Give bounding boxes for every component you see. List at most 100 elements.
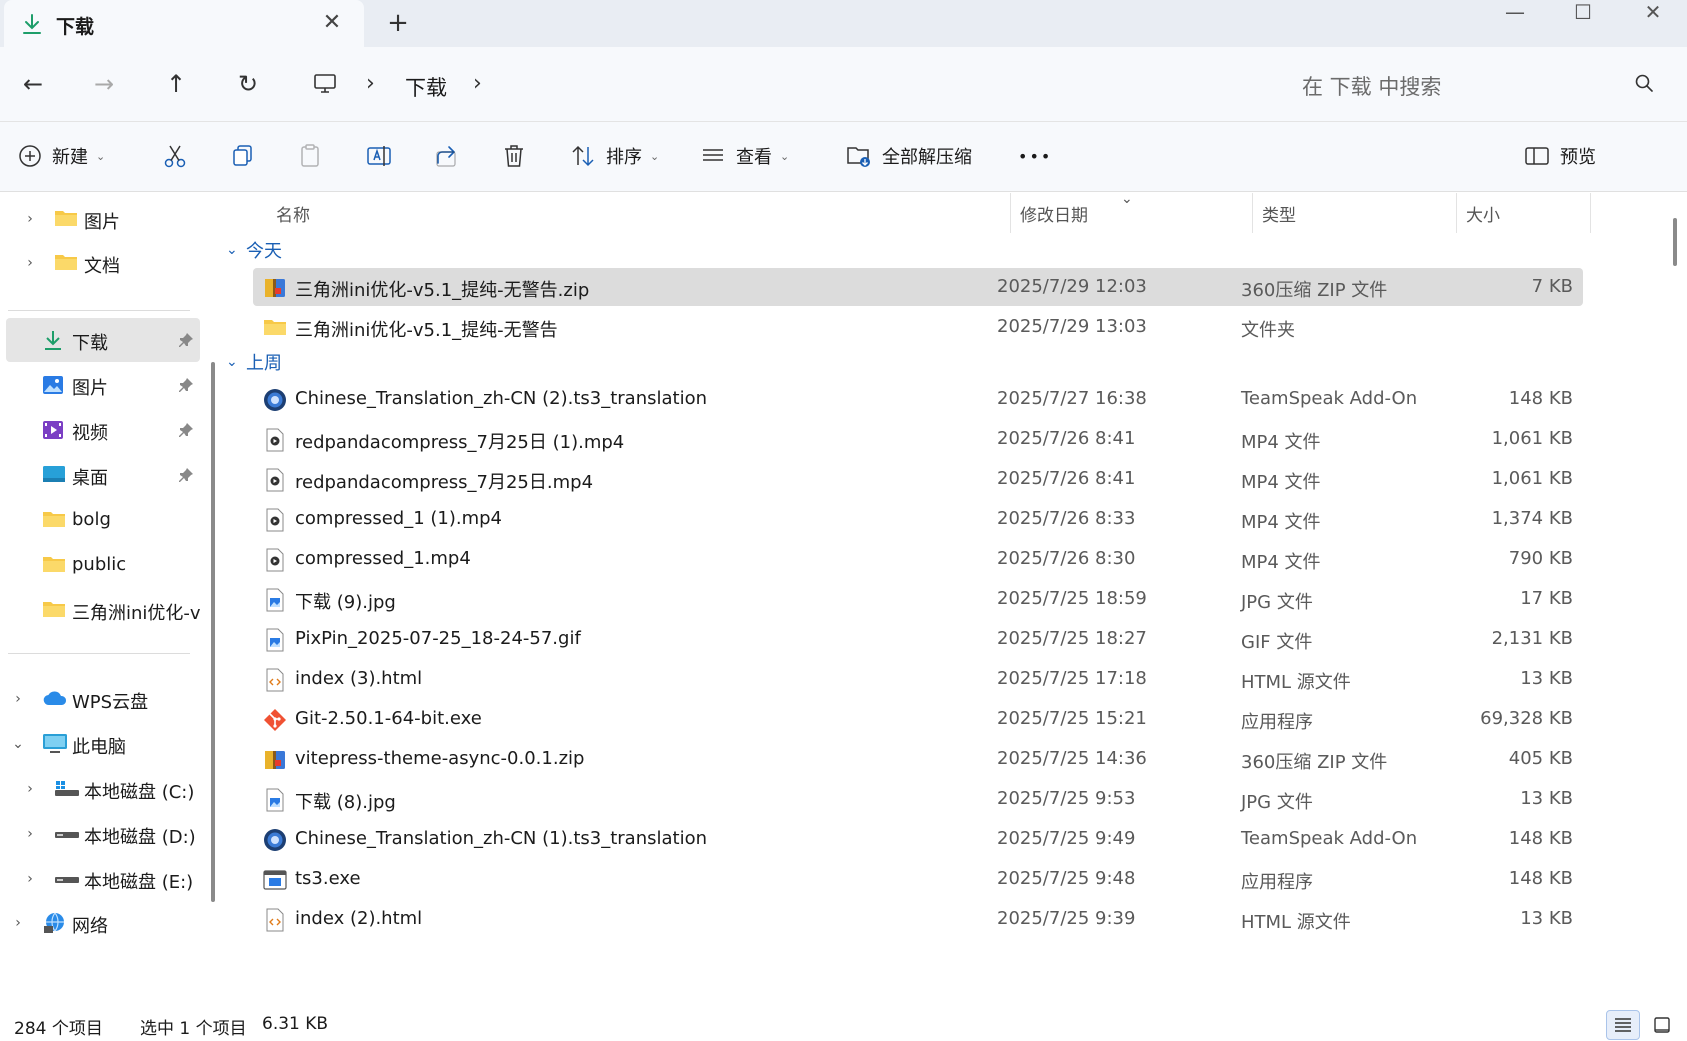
column-header-type[interactable]: 类型	[1262, 193, 1296, 233]
chevron-right-icon[interactable]: ›	[22, 781, 38, 797]
breadcrumb-separator[interactable]: ›	[473, 71, 482, 96]
file-list-scrollbar[interactable]	[1673, 218, 1677, 266]
group-header[interactable]: ⌄ 今天	[226, 235, 282, 265]
share-button[interactable]	[434, 136, 460, 176]
file-row[interactable]: index (2).html 2025/7/25 9:39 HTML 源文件 13 K…	[253, 900, 1583, 938]
rename-button[interactable]	[366, 136, 392, 176]
nav-item-label: 本地磁盘 (D:)	[84, 827, 196, 848]
file-row[interactable]: PixPin_2025-07-25_18-24-57.gif 2025/7/25 …	[253, 620, 1583, 658]
column-divider[interactable]	[1456, 193, 1457, 233]
file-name: compressed_1.mp4	[295, 548, 471, 569]
chevron-right-icon[interactable]: ›	[10, 691, 26, 707]
nav-item-downloads[interactable]: 下载	[6, 318, 200, 362]
nav-item-this-pc[interactable]: ⌄ 此电脑	[0, 722, 200, 766]
cut-button[interactable]	[162, 136, 188, 176]
column-type-label: 类型	[1262, 205, 1296, 226]
nav-item-delta-folder[interactable]: 三角洲ini优化-v	[6, 588, 201, 632]
maximize-button[interactable]: ☐	[1554, 0, 1612, 30]
column-header-name[interactable]: 名称	[276, 193, 310, 233]
file-row[interactable]: redpandacompress_7月25日 (1).mp4 2025/7/26 …	[253, 420, 1583, 458]
nav-item-pictures[interactable]: 图片	[6, 363, 200, 407]
minimize-button[interactable]: —	[1486, 0, 1544, 30]
this-pc-crumb-icon[interactable]	[312, 71, 340, 99]
git-icon	[263, 708, 287, 732]
file-row[interactable]: 下载 (9).jpg 2025/7/25 18:59 JPG 文件 17 KB	[253, 580, 1583, 618]
nav-item-desktop[interactable]: 桌面	[6, 453, 200, 497]
search-box[interactable]: 在 下载 中搜索	[1240, 59, 1680, 109]
folder-icon	[263, 316, 287, 340]
nav-item-drive-d[interactable]: › 本地磁盘 (D:)	[0, 812, 200, 856]
nav-item-pictures-folder[interactable]: › 图片	[0, 197, 200, 241]
file-date: 2025/7/25 18:59	[997, 588, 1147, 609]
search-icon[interactable]	[1634, 73, 1656, 95]
up-button[interactable]: ↑	[158, 67, 194, 103]
file-row[interactable]: ts3.exe 2025/7/25 9:48 应用程序 148 KB	[253, 860, 1583, 898]
nav-item-public[interactable]: public	[6, 543, 200, 587]
search-placeholder[interactable]: 在 下载 中搜索	[1302, 71, 1441, 101]
extract-all-button[interactable]: 全部解压缩	[846, 136, 972, 176]
file-row[interactable]: Git-2.50.1-64-bit.exe 2025/7/25 15:21 应用程序…	[253, 700, 1583, 738]
file-row[interactable]: compressed_1.mp4 2025/7/26 8:30 MP4 文件 790 …	[253, 540, 1583, 578]
file-row[interactable]: Chinese_Translation_zh-CN (2).ts3_transl…	[253, 380, 1583, 418]
chevron-down-icon: ⌄	[226, 354, 238, 370]
breadcrumb-downloads[interactable]: 下载	[405, 72, 447, 102]
copy-button[interactable]	[230, 136, 256, 176]
file-row[interactable]: 三角洲ini优化-v5.1_提纯-无警告 2025/7/29 13:03 文件夹	[253, 308, 1583, 346]
file-date: 2025/7/26 8:33	[997, 508, 1136, 529]
forward-button[interactable]: →	[86, 67, 122, 103]
sort-button[interactable]: 排序 ⌄	[570, 136, 659, 176]
view-button[interactable]: 查看 ⌄	[700, 136, 789, 176]
nav-item-drive-e[interactable]: › 本地磁盘 (E:)	[0, 857, 200, 901]
nav-item-bolg[interactable]: bolg	[6, 498, 200, 542]
nav-item-videos[interactable]: 视频	[6, 408, 200, 452]
refresh-button[interactable]: ↻	[230, 67, 266, 103]
chevron-right-icon[interactable]: ›	[22, 826, 38, 842]
back-button[interactable]: ←	[15, 67, 51, 103]
delete-button[interactable]	[502, 136, 526, 176]
file-row[interactable]: vitepress-theme-async-0.0.1.zip 2025/7/25…	[253, 740, 1583, 778]
group-header[interactable]: ⌄ 上周	[226, 347, 282, 377]
file-size: 17 KB	[1520, 588, 1573, 609]
nav-item-network[interactable]: › 网络	[0, 901, 200, 945]
column-divider[interactable]	[1590, 193, 1591, 233]
new-tab-button[interactable]: +	[382, 10, 414, 38]
nav-item-label: 桌面	[72, 468, 108, 489]
breadcrumb-separator[interactable]: ›	[366, 71, 375, 96]
tab-close-icon[interactable]: ✕	[320, 12, 344, 36]
close-window-button[interactable]: ✕	[1624, 0, 1682, 30]
folder-icon	[54, 252, 78, 274]
column-divider[interactable]	[1252, 193, 1253, 233]
chevron-right-icon[interactable]: ›	[22, 211, 38, 227]
column-name-label: 名称	[276, 205, 310, 226]
file-row[interactable]: index (3).html 2025/7/25 17:18 HTML 源文件 13 …	[253, 660, 1583, 698]
tab-downloads[interactable]: 下载 ✕	[4, 0, 364, 47]
file-row[interactable]: 三角洲ini优化-v5.1_提纯-无警告.zip 2025/7/29 12:03 3…	[253, 268, 1583, 306]
nav-item-documents-folder[interactable]: › 文档	[0, 241, 200, 285]
pin-icon[interactable]	[178, 422, 194, 438]
file-row[interactable]: Chinese_Translation_zh-CN (1).ts3_transl…	[253, 820, 1583, 858]
pin-icon[interactable]	[178, 377, 194, 393]
chevron-right-icon[interactable]: ›	[22, 871, 38, 887]
desktop-icon	[42, 464, 66, 486]
pin-icon[interactable]	[178, 467, 194, 483]
chevron-right-icon[interactable]: ›	[10, 915, 26, 931]
nav-item-drive-c[interactable]: › 本地磁盘 (C:)	[0, 767, 200, 811]
file-type: 应用程序	[1241, 712, 1313, 733]
file-row[interactable]: compressed_1 (1).mp4 2025/7/26 8:33 MP4 文件…	[253, 500, 1583, 538]
chevron-right-icon[interactable]: ›	[22, 255, 38, 271]
column-divider[interactable]	[1010, 193, 1011, 233]
nav-scrollbar[interactable]	[211, 362, 215, 902]
tiles-view-button[interactable]	[1646, 1010, 1680, 1040]
details-view-button[interactable]	[1606, 1010, 1640, 1040]
more-options-button[interactable]: •••	[1018, 136, 1052, 176]
chevron-down-icon[interactable]: ⌄	[10, 736, 26, 752]
file-row[interactable]: 下载 (8).jpg 2025/7/25 9:53 JPG 文件 13 KB	[253, 780, 1583, 818]
column-header-size[interactable]: 大小	[1466, 193, 1500, 233]
file-row[interactable]: redpandacompress_7月25日.mp4 2025/7/26 8:41…	[253, 460, 1583, 498]
new-button[interactable]: 新建 ⌄	[18, 136, 105, 176]
nav-item-wps-cloud[interactable]: › WPS云盘	[0, 677, 200, 721]
paste-button[interactable]	[298, 136, 324, 176]
column-header-date[interactable]: 修改日期	[1020, 193, 1088, 233]
preview-pane-button[interactable]: 预览	[1524, 136, 1596, 176]
pin-icon[interactable]	[178, 332, 194, 348]
